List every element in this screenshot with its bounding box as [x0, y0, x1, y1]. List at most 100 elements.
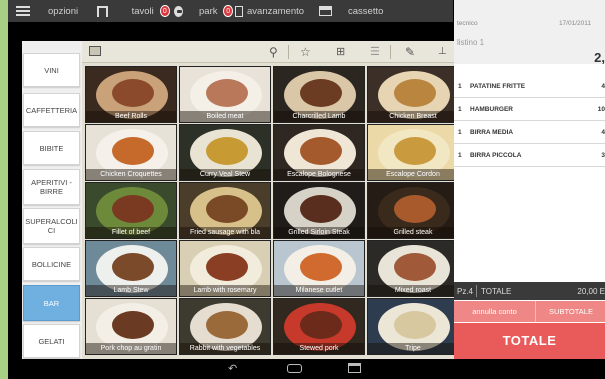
list-icon[interactable]: ☰	[370, 45, 380, 59]
pin-icon[interactable]: ⊥	[438, 45, 447, 59]
table-icon	[97, 5, 108, 17]
category-bibite[interactable]: BIBITE	[23, 131, 80, 165]
dish	[112, 137, 154, 165]
back-icon[interactable]: ↶	[228, 362, 237, 376]
dish	[394, 253, 436, 281]
keyboard-icon[interactable]	[89, 46, 101, 56]
product-tile[interactable]: Pork chop au gratin	[85, 298, 177, 355]
park-label: park	[199, 5, 218, 17]
category-gelati[interactable]: GELATI	[23, 324, 80, 358]
category-superalcolici[interactable]: SUPERALCOLICI	[23, 208, 80, 244]
operator-name: tecnico	[457, 20, 478, 27]
product-tile[interactable]: Boiled meat	[179, 66, 271, 123]
avanzamento-label: avanzamento	[247, 5, 305, 17]
product-label: Curry Veal Stew	[180, 169, 270, 180]
action-row: annulla conto SUBTOTALE	[454, 301, 605, 322]
dish	[206, 253, 248, 281]
annulla-conto-button[interactable]: annulla conto	[454, 301, 536, 322]
park-badge: 0	[223, 5, 233, 17]
product-tile[interactable]: Grilled Sirloin Steak	[273, 182, 365, 239]
waiter-icon	[173, 5, 183, 17]
park-button[interactable]: park 0	[191, 0, 233, 22]
dish	[394, 195, 436, 223]
product-tile[interactable]: Fillet of beef	[85, 182, 177, 239]
order-row[interactable]: 1 PATATINE FRITTE 4	[454, 75, 605, 98]
divider	[476, 285, 477, 297]
category-label: VINI	[44, 65, 59, 75]
menu-icon	[16, 6, 30, 16]
tavoli-label: tavoli	[131, 5, 154, 17]
search-icon[interactable]: ⚲	[269, 45, 278, 59]
order-price: 10	[597, 106, 605, 113]
product-tile[interactable]: Stewed pork	[273, 298, 365, 355]
dish	[112, 195, 154, 223]
product-toolbar: ⚲ ☆ ⊞ ☰ ✎ ⊥	[82, 41, 454, 63]
subtotale-button[interactable]: SUBTOTALE	[537, 301, 605, 322]
product-label: Chicken Croquettes	[86, 169, 176, 180]
dish	[394, 137, 436, 165]
product-tile[interactable]: Fried sausage with bla	[179, 182, 271, 239]
cassetto-button[interactable]: cassetto	[313, 0, 393, 22]
product-tile[interactable]: Chicken Croquettes	[85, 124, 177, 181]
category-bar[interactable]: BAR	[23, 285, 80, 321]
opzioni-button[interactable]: opzioni	[8, 0, 91, 22]
star-icon[interactable]: ☆	[300, 45, 311, 59]
product-label: Mixed roast	[368, 285, 458, 296]
product-tile[interactable]: Chicken Breast	[367, 66, 459, 123]
category-aperitivi-birre[interactable]: APERITIVI - BIRRE	[23, 169, 80, 205]
order-row[interactable]: 1 HAMBURGER 10	[454, 98, 605, 121]
category-sidebar: VINI CAFFETTERIA BIBITE APERITIVI - BIRR…	[22, 41, 84, 359]
order-qty: 1	[458, 129, 462, 136]
product-label: Tripe	[368, 343, 458, 354]
product-label: Fillet of beef	[86, 227, 176, 238]
dish	[112, 79, 154, 107]
product-tile[interactable]: Curry Veal Stew	[179, 124, 271, 181]
category-caffetteria[interactable]: CAFFETTERIA	[23, 93, 80, 127]
category-label: CAFFETTERIA	[25, 105, 78, 115]
product-tile[interactable]: Milanese cutlet	[273, 240, 365, 297]
product-label: Fried sausage with bla	[180, 227, 270, 238]
product-tile[interactable]: Escalope Bolognese	[273, 124, 365, 181]
product-tile[interactable]: Beef Rolls	[85, 66, 177, 123]
order-item-name: BIRRA PICCOLA	[470, 152, 522, 159]
order-amount: 2,	[594, 50, 605, 65]
product-tile[interactable]: Lamb Stew	[85, 240, 177, 297]
tavoli-button[interactable]: tavoli 0	[91, 0, 191, 22]
home-icon[interactable]	[287, 364, 302, 373]
recent-apps-icon[interactable]	[348, 363, 361, 373]
product-label: Boiled meat	[180, 111, 270, 122]
totale-button[interactable]: TOTALE	[454, 323, 605, 359]
product-tile[interactable]: Grilled steak	[367, 182, 459, 239]
category-label: BIBITE	[39, 143, 64, 153]
category-label: BAR	[43, 298, 60, 308]
tavoli-badge: 0	[159, 5, 170, 17]
dish	[206, 195, 248, 223]
opzioni-label: opzioni	[48, 5, 79, 17]
order-item-name: HAMBURGER	[470, 106, 513, 113]
order-price: 3	[601, 152, 605, 159]
product-tile[interactable]: Mixed roast	[367, 240, 459, 297]
product-tile[interactable]: Charcrilled Lamb	[273, 66, 365, 123]
product-label: Escalope Bolognese	[274, 169, 364, 180]
category-label: APERITIVI - BIRRE	[31, 178, 72, 196]
order-row[interactable]: 1 BIRRA MEDIA 4	[454, 121, 605, 144]
product-label: Chicken Breast	[368, 111, 458, 122]
product-label: Grilled steak	[368, 227, 458, 238]
dish	[394, 79, 436, 107]
product-tile[interactable]: Escalope Cordon	[367, 124, 459, 181]
product-label: Milanese cutlet	[274, 285, 364, 296]
category-bollicine[interactable]: BOLLICINE	[23, 247, 80, 281]
avanzamento-button[interactable]: avanzamento	[233, 0, 313, 22]
product-tile[interactable]: Rabbit with vegetables	[179, 298, 271, 355]
category-vini[interactable]: VINI	[23, 53, 80, 87]
grid-icon[interactable]: ⊞	[336, 45, 345, 59]
dish	[300, 253, 342, 281]
order-item-name: BIRRA MEDIA	[470, 129, 514, 136]
product-tile[interactable]: Lamb with rosemary	[179, 240, 271, 297]
pencil-icon[interactable]: ✎	[405, 45, 415, 59]
order-row[interactable]: 1 BIRRA PICCOLA 3	[454, 144, 605, 167]
product-label: Stewed pork	[274, 343, 364, 354]
product-tile[interactable]: Tripe	[367, 298, 459, 355]
product-label: Charcrilled Lamb	[274, 111, 364, 122]
drawer-icon	[319, 6, 332, 16]
